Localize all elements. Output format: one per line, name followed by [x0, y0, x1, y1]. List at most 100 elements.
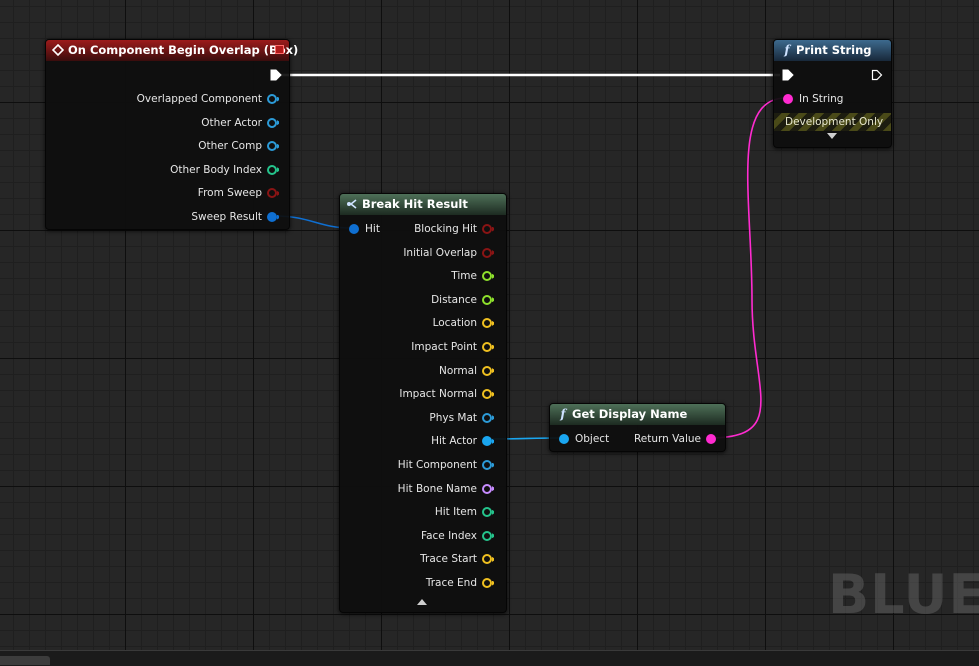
struct-break-icon	[346, 194, 360, 215]
get-display-name-node[interactable]: f Get Display Name Object Return Value	[549, 403, 726, 452]
break-hit-output-pin-row[interactable]: Hit Actor	[431, 432, 496, 450]
return-value-wire[interactable]	[708, 97, 787, 439]
in-string-pin[interactable]	[783, 94, 793, 104]
pin-arrow-icon	[492, 391, 496, 397]
pin-arrow-icon	[492, 297, 496, 303]
break-hit-output-pin[interactable]	[482, 436, 492, 447]
pin-arrow-icon	[492, 509, 496, 515]
break-hit-output-label: Hit Component	[397, 459, 477, 471]
break-hit-output-pin[interactable]	[482, 412, 492, 423]
break-hit-output-pin-row[interactable]: Hit Item	[435, 503, 496, 521]
pin-arrow-icon	[492, 462, 496, 468]
break-hit-output-label: Hit Bone Name	[397, 482, 477, 495]
break-hit-output-label: Normal	[439, 364, 477, 377]
break-hit-output-label: Hit Actor	[431, 435, 477, 448]
break-hit-output-pin-row[interactable]: Time	[451, 267, 496, 285]
break-hit-output-pin[interactable]	[482, 578, 492, 588]
event-output-pin[interactable]	[267, 188, 277, 199]
event-node-header[interactable]: On Component Begin Overlap (Box)	[46, 40, 298, 61]
pin-arrow-icon	[277, 143, 281, 149]
print-string-node[interactable]: f Print String In String Development Onl…	[773, 39, 892, 148]
on-component-begin-overlap-node[interactable]: On Component Begin Overlap (Box) Overlap…	[45, 39, 298, 230]
break-hit-output-pin[interactable]	[482, 247, 492, 258]
break-hit-output-pin-row[interactable]: Impact Point	[411, 338, 496, 356]
break-hit-output-label: Hit Item	[434, 506, 477, 519]
print-exec-in-pin[interactable]	[782, 69, 794, 81]
break-hit-output-pin[interactable]	[482, 342, 492, 352]
pin-arrow-icon	[492, 415, 496, 421]
pin-arrow-icon	[492, 438, 496, 444]
break-hit-output-label: Time	[451, 270, 477, 283]
print-exec-out-pin[interactable]	[871, 69, 883, 81]
break-hit-output-pin[interactable]	[482, 318, 492, 329]
break-hit-output-pin-row[interactable]: Initial Overlap	[403, 244, 496, 262]
bottom-tab[interactable]	[0, 656, 50, 665]
pin-arrow-icon	[492, 580, 496, 586]
break-hit-output-pin-row[interactable]: Distance	[431, 291, 496, 309]
pin-arrow-icon	[492, 344, 496, 350]
return-value-label: Return Value	[633, 433, 701, 445]
break-hit-result-title: Break Hit Result	[362, 197, 468, 211]
event-output-pin-row[interactable]: Other Comp	[198, 137, 281, 155]
function-icon: f	[784, 43, 790, 57]
in-string-pin-row[interactable]: In String	[783, 90, 843, 108]
collapse-pins-arrow-icon[interactable]	[417, 599, 427, 605]
break-hit-output-pin[interactable]	[482, 389, 492, 400]
break-hit-output-pin-row[interactable]: Blocking Hit	[414, 220, 496, 238]
break-hit-result-node[interactable]: Break Hit Result Hit Blocking Hit Initial…	[339, 193, 507, 613]
print-string-header[interactable]: f Print String	[774, 40, 891, 61]
pin-arrow-icon	[492, 533, 496, 539]
hit-input-pin[interactable]	[349, 224, 359, 234]
pin-arrow-icon	[277, 190, 281, 196]
break-hit-output-pin[interactable]	[482, 294, 492, 305]
break-hit-output-pin-row[interactable]: Normal	[439, 362, 496, 380]
object-input-label: Object	[575, 433, 610, 445]
break-hit-output-pin[interactable]	[482, 554, 492, 565]
break-hit-output-label: Impact Point	[411, 341, 477, 353]
event-output-pin[interactable]	[267, 164, 277, 175]
pin-arrow-icon	[492, 486, 496, 492]
object-input-pin-row[interactable]: Object	[559, 430, 609, 448]
break-hit-output-pin[interactable]	[482, 365, 492, 376]
hit-input-pin-row[interactable]: Hit	[349, 220, 380, 238]
break-hit-output-label: Distance	[431, 293, 477, 306]
break-hit-output-pin[interactable]	[482, 507, 492, 518]
break-hit-output-pin-row[interactable]: Trace End	[426, 574, 496, 592]
pin-arrow-icon	[492, 556, 496, 562]
bottom-status-bar	[0, 650, 979, 666]
object-input-pin[interactable]	[559, 434, 569, 444]
break-hit-output-pin[interactable]	[482, 271, 492, 282]
break-hit-output-pin[interactable]	[482, 483, 492, 494]
event-output-pin[interactable]	[267, 212, 277, 222]
event-output-pin[interactable]	[267, 141, 277, 152]
event-output-pin[interactable]	[267, 94, 277, 104]
event-exec-out-pin[interactable]	[270, 69, 282, 81]
break-hit-output-label: Trace Start	[420, 553, 477, 566]
break-hit-result-header[interactable]: Break Hit Result	[340, 194, 506, 215]
break-hit-output-pin[interactable]	[482, 530, 492, 541]
event-output-pin-row[interactable]: From Sweep	[198, 184, 281, 202]
break-hit-output-pin-row[interactable]: Hit Bone Name	[398, 480, 496, 498]
break-hit-output-pin-row[interactable]: Face Index	[421, 527, 496, 545]
event-output-label: Overlapped Component	[136, 93, 262, 105]
return-value-pin[interactable]	[706, 434, 716, 444]
event-output-pin-row[interactable]: Overlapped Component	[137, 90, 281, 108]
break-hit-output-pin[interactable]	[482, 224, 492, 234]
break-hit-output-pin-row[interactable]: Impact Normal	[399, 385, 496, 403]
return-value-pin-row[interactable]: Return Value	[634, 430, 716, 448]
get-display-name-header[interactable]: f Get Display Name	[550, 404, 725, 425]
event-output-pin[interactable]	[267, 117, 277, 128]
break-hit-output-pin-row[interactable]: Trace Start	[420, 550, 496, 568]
event-output-pin-row[interactable]: Sweep Result	[191, 208, 281, 226]
break-hit-output-pin[interactable]	[482, 460, 492, 470]
event-output-pin-row[interactable]: Other Body Index	[170, 161, 281, 179]
event-output-pin-row[interactable]: Other Actor	[201, 114, 281, 132]
replicated-indicator-icon	[275, 45, 284, 54]
break-hit-output-label: Face Index	[421, 529, 477, 542]
break-hit-output-pin-row[interactable]: Phys Mat	[429, 409, 496, 427]
pin-arrow-icon	[492, 273, 496, 279]
break-hit-output-pin-row[interactable]: Hit Component	[398, 456, 496, 474]
break-hit-output-pin-row[interactable]: Location	[433, 314, 496, 332]
development-only-banner: Development Only	[774, 113, 891, 131]
expand-pins-arrow-icon[interactable]	[827, 133, 837, 139]
